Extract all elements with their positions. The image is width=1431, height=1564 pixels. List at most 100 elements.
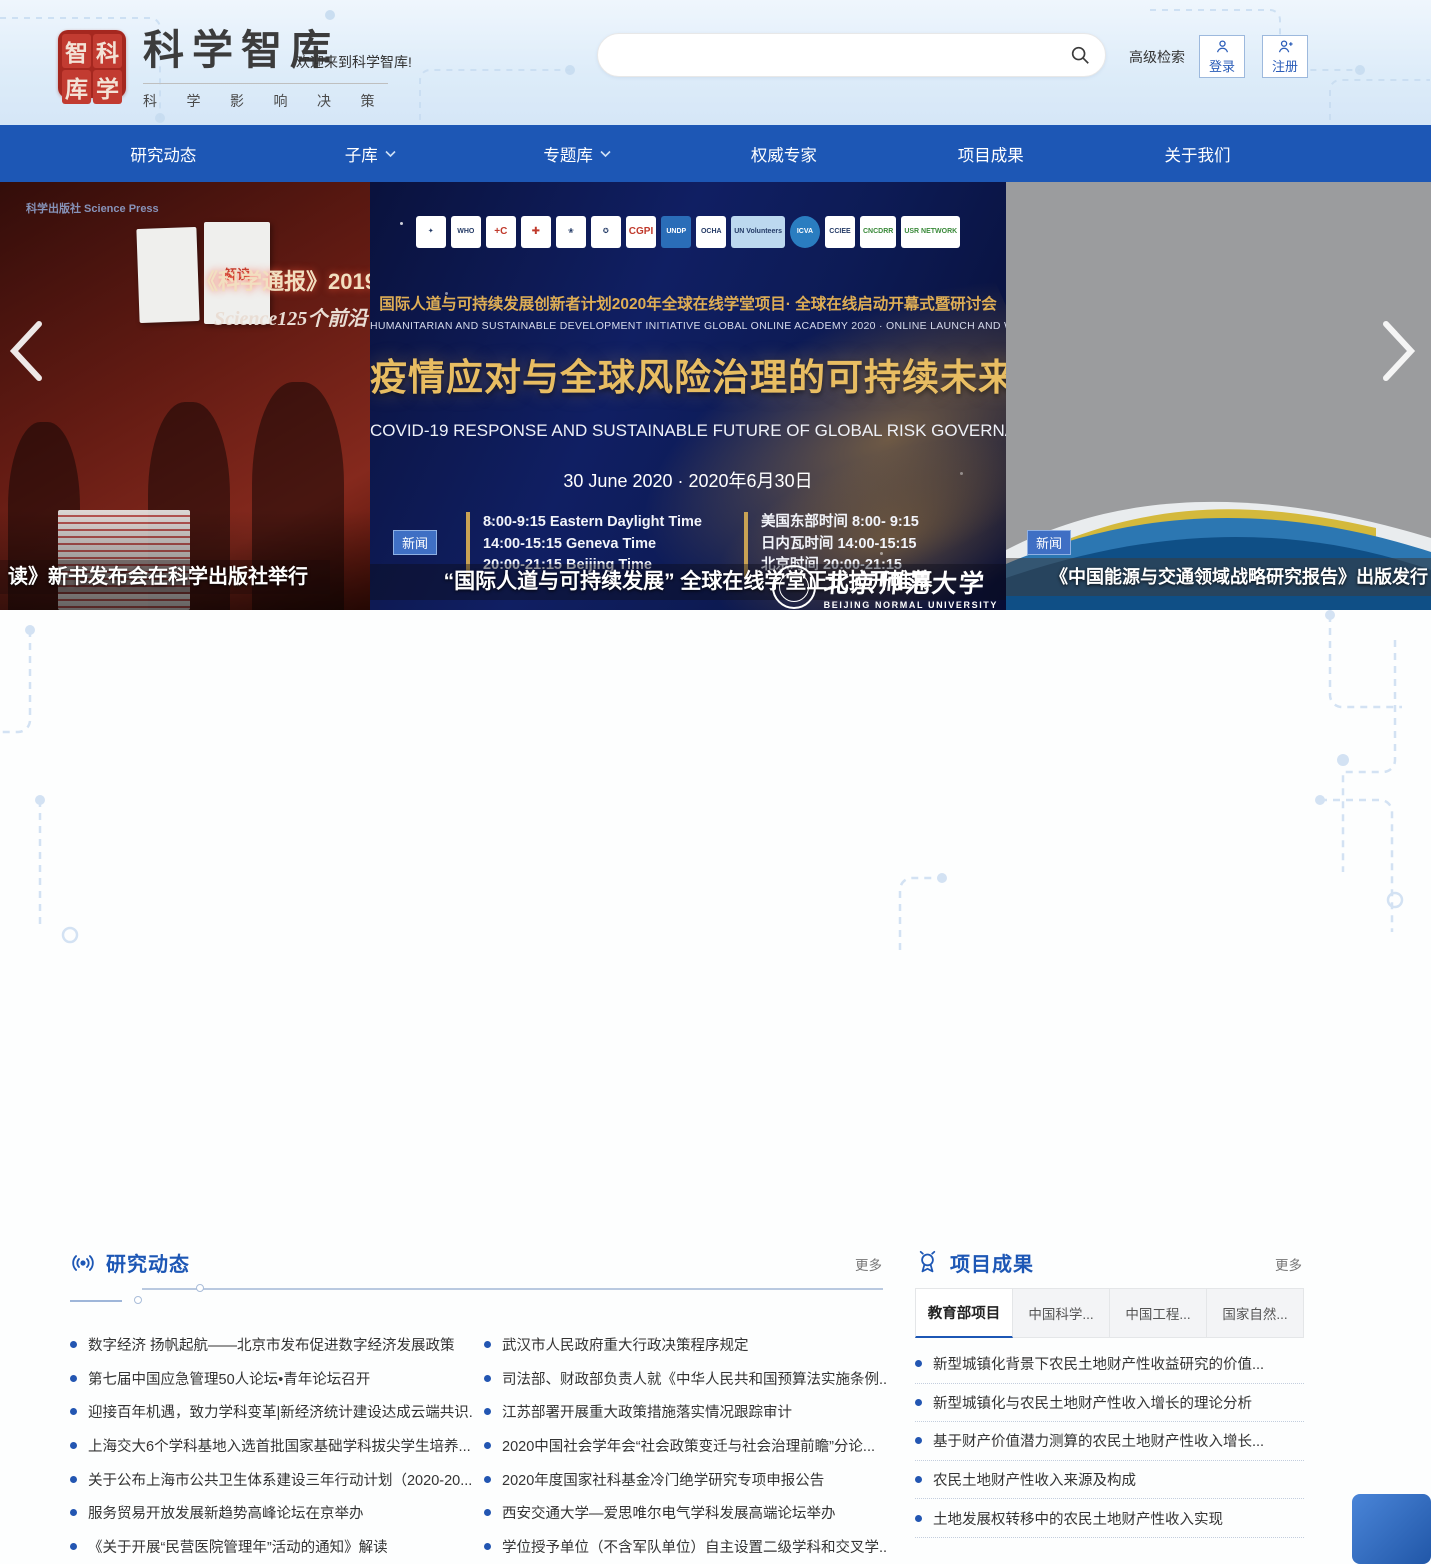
news-item[interactable]: 服务贸易开放发展新趋势高峰论坛在京举办	[70, 1496, 474, 1530]
news-item[interactable]: 2020年度国家社科基金冷门绝学研究专项申报公告	[484, 1462, 888, 1496]
bullet-icon	[70, 1442, 77, 1449]
news-item-text: 第七届中国应急管理50人论坛•青年论坛召开	[88, 1368, 370, 1389]
nav-project-results[interactable]: 项目成果	[887, 142, 1094, 166]
partner-logos-row: ✦ WHO +C ✚ ❀ ✪ CGPI UNDP OCHA UN Volunte…	[384, 216, 992, 248]
carousel-slide-next[interactable]: 中国能源与交通 领域战略研究报告 第七届教育部科技委能源与交通学部 新闻 《中国…	[1006, 182, 1431, 610]
bnu-name-en: BEIJING NORMAL UNIVERSITY	[824, 600, 998, 610]
divider	[70, 1300, 122, 1302]
nav-about-us[interactable]: 关于我们	[1094, 142, 1301, 166]
chevron-down-icon	[385, 150, 396, 158]
bullet-icon	[915, 1360, 922, 1367]
partner-logo: WHO	[451, 216, 481, 248]
slide-caption[interactable]: 读》新书发布会在科学出版社举行	[0, 560, 330, 594]
project-results-header: 项目成果	[915, 1248, 1034, 1277]
nav-research-news[interactable]: 研究动态	[60, 142, 267, 166]
tab-cae-projects[interactable]: 中国工程...	[1110, 1288, 1207, 1338]
user-plus-icon	[1277, 38, 1294, 55]
news-item[interactable]: 学位授予单位（不含军队单位）自主设置二级学科和交叉学...	[484, 1530, 888, 1564]
nav-topic-libraries[interactable]: 专题库	[474, 142, 681, 166]
partner-logo: UNDP	[661, 216, 691, 248]
login-button[interactable]: 登录	[1199, 35, 1245, 78]
news-item-text: 江苏部署开展重大政策措施落实情况跟踪审计	[502, 1401, 792, 1422]
time-row: 美国东部时间 8:00- 9:15	[761, 512, 919, 534]
advanced-search-link[interactable]: 高级检索	[1129, 47, 1185, 67]
project-item[interactable]: 土地发展权转移中的农民土地财产性收入实现	[915, 1499, 1304, 1538]
partner-logo: ✦	[416, 216, 446, 248]
partner-logo: UN Volunteers	[731, 216, 785, 248]
bullet-icon	[484, 1375, 491, 1382]
seal-logo-icon: 智 科 库 学	[58, 30, 126, 98]
login-label: 登录	[1209, 56, 1235, 75]
time-row: 日内瓦时间 14:00-15:15	[761, 534, 919, 556]
bnu-logo: 北京师范大学 BEIJING NORMAL UNIVERSITY	[772, 564, 998, 610]
news-item[interactable]: 西安交通大学—爱思唯尔电气学科发展高端论坛举办	[484, 1496, 888, 1530]
bullet-icon	[70, 1408, 77, 1415]
event-headline-zh: 疫情应对与全球风险治理的可持续未来	[370, 347, 1006, 401]
content-area: 研究动态 更多 数字经济 扬帆起航——北京市发布促进数字经济发展政策 第七届中国…	[0, 610, 1431, 954]
backdrop-text: 《科学通报》2019	[196, 264, 370, 296]
news-item[interactable]: 迎接百年机遇，致力学科变革|新经济统计建设达成云端共识...	[70, 1395, 474, 1429]
event-title-en: HUMANITARIAN AND SUSTAINABLE DEVELOPMENT…	[370, 320, 1006, 332]
bullet-icon	[484, 1476, 491, 1483]
news-item-text: 武汉市人民政府重大行政决策程序规定	[502, 1334, 749, 1355]
floating-widget[interactable]	[1352, 1494, 1431, 1564]
broadcast-icon	[70, 1250, 96, 1276]
news-item[interactable]: 2020中国社会学年会“社会政策变迁与社会治理前瞻”分论...	[484, 1429, 888, 1463]
news-item[interactable]: 江苏部署开展重大政策措施落实情况跟踪审计	[484, 1395, 888, 1429]
project-item[interactable]: 农民土地财产性收入来源及构成	[915, 1461, 1304, 1500]
nav-label: 关于我们	[1165, 142, 1231, 166]
partner-logo: CCIEE	[825, 216, 855, 248]
welcome-text: 欢迎来到科学智库!	[296, 52, 412, 72]
award-icon	[915, 1250, 940, 1275]
partner-logo: USR NETWORK	[901, 216, 960, 248]
project-item[interactable]: 基于财产价值潜力测算的农民土地财产性收入增长...	[915, 1422, 1304, 1461]
event-title-zh: 国际人道与可持续发展创新者计划2020年全球在线学堂项目· 全球在线启动开幕式暨…	[370, 292, 1006, 314]
chevron-right-icon	[1381, 320, 1417, 382]
project-item[interactable]: 新型城镇化背景下农民土地财产性收益研究的价值...	[915, 1345, 1304, 1384]
seal-char: 学	[93, 70, 122, 104]
news-item[interactable]: 上海交大6个学科基地入选首批国家基础学科拔尖学生培养...	[70, 1429, 474, 1463]
register-button[interactable]: 注册	[1262, 35, 1308, 78]
tab-cas-projects[interactable]: 中国科学...	[1013, 1288, 1110, 1338]
news-item[interactable]: 第七届中国应急管理50人论坛•青年论坛召开	[70, 1362, 474, 1396]
search-button[interactable]	[1069, 44, 1091, 66]
backdrop-text: Science125个前沿	[214, 302, 367, 331]
carousel-next-button[interactable]	[1381, 320, 1417, 382]
nav-label: 研究动态	[130, 142, 196, 166]
nav-label: 专题库	[543, 142, 593, 166]
news-list-left: 数字经济 扬帆起航——北京市发布促进数字经济发展政策 第七届中国应急管理50人论…	[70, 1328, 474, 1563]
section-title: 项目成果	[950, 1248, 1034, 1277]
news-item[interactable]: 司法部、财政部负责人就《中华人民共和国预算法实施条例...	[484, 1362, 888, 1396]
news-item-text: 《关于开展“民营医院管理年”活动的通知》解读	[88, 1536, 388, 1557]
carousel-slide-current[interactable]: ✦ WHO +C ✚ ❀ ✪ CGPI UNDP OCHA UN Volunte…	[370, 182, 1006, 610]
bullet-icon	[915, 1437, 922, 1444]
project-item-text: 土地发展权转移中的农民土地财产性收入实现	[933, 1508, 1223, 1529]
nav-label: 项目成果	[958, 142, 1024, 166]
search-input[interactable]	[620, 34, 1069, 76]
project-item-text: 新型城镇化与农民土地财产性收入增长的理论分析	[933, 1392, 1252, 1413]
news-item[interactable]: 数字经济 扬帆起航——北京市发布促进数字经济发展政策	[70, 1328, 474, 1362]
news-item-text: 迎接百年机遇，致力学科变革|新经济统计建设达成云端共识...	[88, 1401, 474, 1422]
research-news-more-link[interactable]: 更多	[855, 1254, 882, 1274]
news-item[interactable]: 《关于开展“民营医院管理年”活动的通知》解读	[70, 1530, 474, 1564]
news-item[interactable]: 关于公布上海市公共卫生体系建设三年行动计划（2020-20...	[70, 1462, 474, 1496]
partner-logo: +C	[486, 216, 516, 248]
nav-label: 子库	[345, 142, 378, 166]
project-item[interactable]: 新型城镇化与农民土地财产性收入增长的理论分析	[915, 1384, 1304, 1423]
nav-experts[interactable]: 权威专家	[680, 142, 887, 166]
tab-moe-projects[interactable]: 教育部项目	[915, 1288, 1013, 1338]
bullet-icon	[70, 1341, 77, 1348]
book-cover	[136, 227, 199, 323]
project-list: 新型城镇化背景下农民土地财产性收益研究的价值... 新型城镇化与农民土地财产性收…	[915, 1345, 1304, 1538]
carousel-slide-prev[interactable]: 科学出版社 Science Press 解读 《科学通报》2019 Scienc…	[0, 182, 370, 610]
nav-sub-libraries[interactable]: 子库	[267, 142, 474, 166]
news-item[interactable]: 武汉市人民政府重大行政决策程序规定	[484, 1328, 888, 1362]
seal-char: 科	[93, 34, 122, 68]
tab-nsfc-projects[interactable]: 国家自然...	[1207, 1288, 1304, 1338]
project-item-text: 基于财产价值潜力测算的农民土地财产性收入增长...	[933, 1430, 1264, 1451]
project-results-more-link[interactable]: 更多	[1275, 1254, 1302, 1274]
slide-caption[interactable]: 《中国能源与交通领域战略研究报告》出版发行	[1006, 558, 1431, 596]
carousel-prev-button[interactable]	[8, 320, 44, 382]
register-label: 注册	[1272, 56, 1298, 75]
bullet-icon	[915, 1399, 922, 1406]
